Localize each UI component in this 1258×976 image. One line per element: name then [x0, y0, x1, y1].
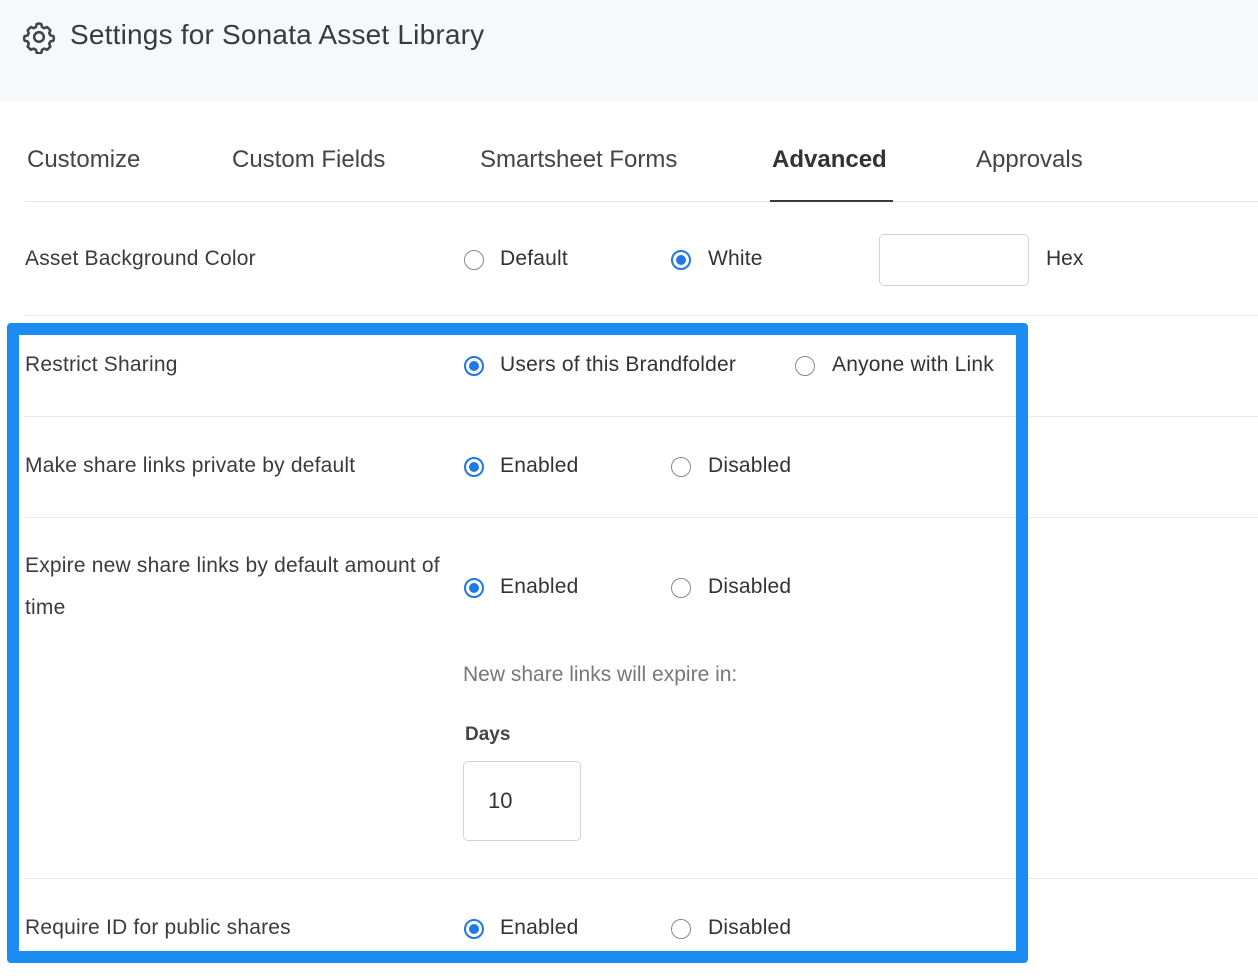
- private-disabled-radio[interactable]: [671, 457, 691, 477]
- require-id-label: Require ID for public shares: [25, 916, 291, 939]
- row-divider: [25, 315, 1258, 316]
- hex-label: Hex: [1046, 247, 1084, 270]
- tab-custom-fields[interactable]: Custom Fields: [232, 146, 385, 174]
- background-white-radio[interactable]: [671, 250, 691, 270]
- tab-customize[interactable]: Customize: [27, 146, 140, 174]
- expire-links-label-line1: Expire new share links by default amount…: [25, 554, 440, 577]
- expire-disabled-label[interactable]: Disabled: [708, 575, 791, 599]
- row-divider: [25, 878, 1258, 879]
- tab-approvals[interactable]: Approvals: [976, 146, 1083, 174]
- active-tab-indicator: [770, 200, 893, 202]
- background-color-label: Asset Background Color: [25, 247, 256, 270]
- restrict-users-label[interactable]: Users of this Brandfolder: [500, 353, 736, 377]
- require-id-enabled-label[interactable]: Enabled: [500, 916, 578, 940]
- require-id-disabled-radio[interactable]: [671, 919, 691, 939]
- tab-advanced[interactable]: Advanced: [772, 146, 887, 174]
- row-divider: [25, 517, 1258, 518]
- restrict-users-radio[interactable]: [464, 356, 484, 376]
- gear-icon: [22, 22, 56, 54]
- days-input[interactable]: [463, 761, 581, 841]
- days-label: Days: [465, 724, 511, 745]
- page-title: Settings for Sonata Asset Library: [70, 19, 485, 50]
- private-links-label: Make share links private by default: [25, 454, 356, 477]
- expire-enabled-label[interactable]: Enabled: [500, 575, 578, 599]
- highlight-box: [7, 323, 1028, 963]
- background-white-label[interactable]: White: [708, 247, 763, 271]
- private-enabled-label[interactable]: Enabled: [500, 454, 578, 478]
- tab-smartsheet-forms[interactable]: Smartsheet Forms: [480, 146, 677, 174]
- restrict-sharing-label: Restrict Sharing: [25, 353, 178, 376]
- background-default-label[interactable]: Default: [500, 247, 568, 271]
- private-enabled-radio[interactable]: [464, 457, 484, 477]
- expire-disabled-radio[interactable]: [671, 578, 691, 598]
- row-divider: [25, 416, 1258, 417]
- restrict-anyone-radio[interactable]: [795, 356, 815, 376]
- require-id-enabled-radio[interactable]: [464, 919, 484, 939]
- require-id-disabled-label[interactable]: Disabled: [708, 916, 791, 940]
- expire-links-label-line2: time: [25, 596, 66, 619]
- background-default-radio[interactable]: [464, 250, 484, 270]
- expire-enabled-radio[interactable]: [464, 578, 484, 598]
- restrict-anyone-label[interactable]: Anyone with Link: [832, 353, 994, 377]
- hex-input[interactable]: [879, 234, 1029, 286]
- tabs-divider: [25, 201, 1258, 202]
- page-header: Settings for Sonata Asset Library: [0, 0, 1258, 102]
- expire-note: New share links will expire in:: [463, 663, 738, 686]
- private-disabled-label[interactable]: Disabled: [708, 454, 791, 478]
